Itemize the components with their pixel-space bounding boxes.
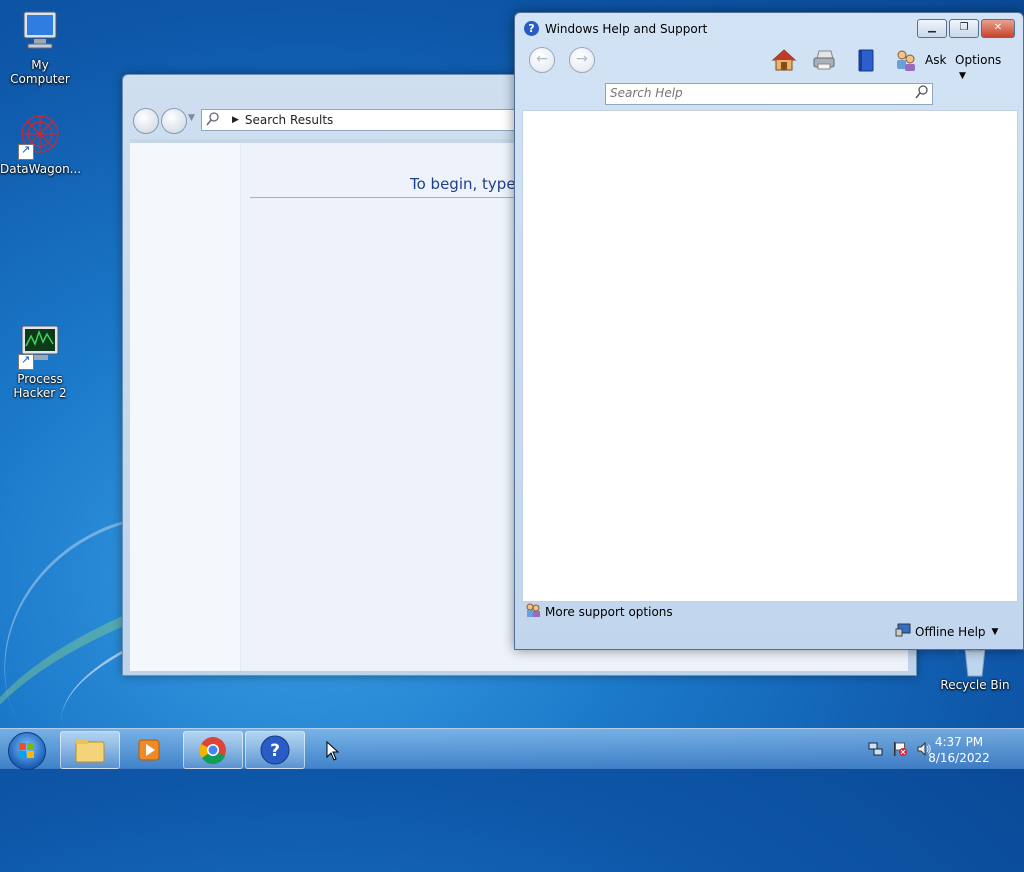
search-help-field[interactable]: [605, 83, 933, 105]
offline-computer-icon: [895, 623, 911, 640]
support-people-icon: [525, 602, 541, 621]
navigation-pane: [130, 143, 241, 671]
forward-arrow-icon[interactable]: →: [569, 47, 595, 73]
search-input[interactable]: [606, 84, 904, 102]
ask-people-icon[interactable]: [893, 47, 919, 73]
more-support-options-link[interactable]: More support options: [525, 602, 673, 621]
close-button[interactable]: ✕: [981, 19, 1015, 38]
chevron-down-icon: ▼: [959, 71, 966, 81]
network-icon[interactable]: [868, 741, 884, 760]
computer-icon: [16, 8, 64, 56]
taskbar-help-and-support[interactable]: ?: [245, 731, 305, 769]
minimize-button[interactable]: ▁: [917, 19, 947, 38]
maximize-button[interactable]: ❐: [949, 19, 979, 38]
options-label: Options: [955, 53, 1002, 67]
help-icon: ?: [260, 735, 290, 765]
action-center-flag-icon[interactable]: [892, 741, 908, 760]
desktop-icon-recycle-bin[interactable]: Recycle Bin: [935, 644, 1015, 692]
title-bar[interactable]: ? Windows Help and Support ▁ ❐ ✕: [515, 13, 1023, 43]
help-toolbar: ← → Ask Options ▼: [521, 43, 1015, 83]
mouse-cursor-icon: [326, 740, 340, 764]
taskbar: ? 4:37 PM 8/16/2022: [0, 728, 1024, 770]
taskbar-chrome[interactable]: [183, 731, 243, 769]
options-menu[interactable]: Options ▼: [955, 53, 1015, 81]
shortcut-arrow-icon: [18, 353, 34, 370]
desktop-icon-label: DataWagon...: [0, 162, 82, 176]
chrome-icon: [199, 737, 226, 765]
help-content-area: [522, 110, 1018, 602]
offline-help-label: Offline Help: [915, 624, 986, 639]
ask-link[interactable]: Ask: [925, 53, 946, 67]
clock[interactable]: 4:37 PM 8/16/2022: [924, 734, 994, 766]
window-title: Windows Help and Support: [545, 22, 708, 36]
help-and-support-window[interactable]: ? Windows Help and Support ▁ ❐ ✕ ← → Ask…: [514, 12, 1024, 650]
search-prompt: To begin, type i: [410, 175, 525, 193]
desktop-icon-process-hacker[interactable]: Process Hacker 2: [0, 322, 80, 400]
help-icon: ?: [524, 21, 539, 36]
desktop-icon-label: My Computer: [10, 58, 70, 86]
svg-text:?: ?: [270, 741, 280, 761]
divider: [250, 197, 550, 198]
clock-time: 4:37 PM: [934, 735, 984, 749]
offline-help-menu[interactable]: Offline Help ▼: [895, 623, 998, 640]
taskbar-explorer[interactable]: [60, 731, 120, 769]
clock-date: 8/16/2022: [928, 751, 990, 765]
back-arrow-icon[interactable]: ←: [529, 47, 555, 73]
desktop-icon-datawagon[interactable]: DataWagon...: [0, 112, 82, 176]
forward-button[interactable]: [161, 108, 187, 134]
desktop-icon-label: Recycle Bin: [940, 678, 1010, 692]
start-button[interactable]: [8, 732, 46, 770]
browse-help-book-icon[interactable]: [853, 47, 879, 73]
datawagon-icon: [16, 112, 64, 160]
breadcrumb-chevron-icon[interactable]: ▶: [224, 115, 245, 125]
shortcut-arrow-icon: [18, 143, 34, 160]
breadcrumb[interactable]: Search Results: [245, 113, 333, 127]
more-support-label: More support options: [545, 604, 673, 619]
chevron-down-icon: ▼: [991, 626, 999, 637]
print-icon[interactable]: [811, 47, 837, 73]
taskbar-media-player[interactable]: [122, 731, 182, 769]
desktop-icon-my-computer[interactable]: My Computer: [0, 8, 80, 86]
search-icon[interactable]: [915, 85, 929, 102]
search-icon: [202, 111, 224, 129]
back-button[interactable]: [133, 108, 159, 134]
media-player-icon: [138, 739, 160, 761]
recent-pages-dropdown-icon[interactable]: ▼: [188, 113, 195, 123]
desktop-icon-label: Process Hacker 2: [13, 372, 67, 400]
home-icon[interactable]: [771, 47, 797, 73]
folder-icon: [75, 739, 105, 763]
process-hacker-icon: [16, 322, 64, 370]
